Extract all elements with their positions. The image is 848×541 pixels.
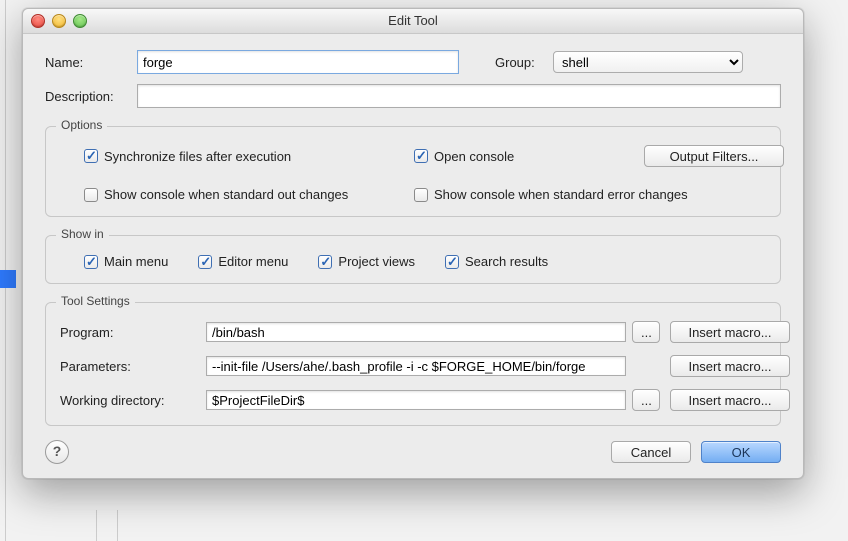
- main-menu-checkbox-input[interactable]: [84, 255, 98, 269]
- cancel-button[interactable]: Cancel: [611, 441, 691, 463]
- name-input[interactable]: [137, 50, 459, 74]
- project-views-checkbox-label: Project views: [338, 254, 415, 269]
- stderr-checkbox-input[interactable]: [414, 188, 428, 202]
- show-in-group: Show in Main menu Editor menu Project vi…: [45, 235, 781, 284]
- workdir-browse-button[interactable]: ...: [632, 389, 660, 411]
- sync-checkbox[interactable]: Synchronize files after execution: [84, 149, 414, 164]
- open-console-checkbox-input[interactable]: [414, 149, 428, 163]
- parameters-input[interactable]: [206, 356, 626, 376]
- workdir-input[interactable]: [206, 390, 626, 410]
- name-label: Name:: [45, 55, 129, 70]
- sync-checkbox-input[interactable]: [84, 149, 98, 163]
- search-results-checkbox-label: Search results: [465, 254, 548, 269]
- window-controls: [31, 14, 87, 28]
- project-views-checkbox[interactable]: Project views: [318, 254, 415, 269]
- stdout-checkbox[interactable]: Show console when standard out changes: [84, 187, 414, 202]
- tool-settings-group: Tool Settings Program: ... Insert macro.…: [45, 302, 781, 426]
- stdout-checkbox-input[interactable]: [84, 188, 98, 202]
- window-title: Edit Tool: [388, 13, 438, 28]
- close-icon[interactable]: [31, 14, 45, 28]
- search-results-checkbox[interactable]: Search results: [445, 254, 548, 269]
- search-results-checkbox-input[interactable]: [445, 255, 459, 269]
- workdir-label: Working directory:: [60, 393, 200, 408]
- options-legend: Options: [56, 118, 107, 132]
- program-browse-button[interactable]: ...: [632, 321, 660, 343]
- stderr-checkbox-label: Show console when standard error changes: [434, 187, 688, 202]
- group-label: Group:: [495, 55, 545, 70]
- ok-button[interactable]: OK: [701, 441, 781, 463]
- description-input[interactable]: [137, 84, 781, 108]
- zoom-icon[interactable]: [73, 14, 87, 28]
- editor-menu-checkbox-input[interactable]: [198, 255, 212, 269]
- main-menu-checkbox-label: Main menu: [104, 254, 168, 269]
- project-views-checkbox-input[interactable]: [318, 255, 332, 269]
- program-insert-macro-button[interactable]: Insert macro...: [670, 321, 790, 343]
- program-input[interactable]: [206, 322, 626, 342]
- stdout-checkbox-label: Show console when standard out changes: [104, 187, 348, 202]
- help-button[interactable]: ?: [45, 440, 69, 464]
- editor-menu-checkbox[interactable]: Editor menu: [198, 254, 288, 269]
- show-in-legend: Show in: [56, 227, 109, 241]
- program-label: Program:: [60, 325, 200, 340]
- open-console-checkbox-label: Open console: [434, 149, 514, 164]
- output-filters-button[interactable]: Output Filters...: [644, 145, 784, 167]
- tool-settings-legend: Tool Settings: [56, 294, 135, 308]
- editor-menu-checkbox-label: Editor menu: [218, 254, 288, 269]
- options-group: Options Synchronize files after executio…: [45, 126, 781, 217]
- minimize-icon[interactable]: [52, 14, 66, 28]
- workdir-insert-macro-button[interactable]: Insert macro...: [670, 389, 790, 411]
- main-menu-checkbox[interactable]: Main menu: [84, 254, 168, 269]
- description-label: Description:: [45, 89, 129, 104]
- stderr-checkbox[interactable]: Show console when standard error changes: [414, 187, 784, 202]
- parameters-label: Parameters:: [60, 359, 200, 374]
- group-select[interactable]: shell: [553, 51, 743, 73]
- edit-tool-dialog: Edit Tool Name: Group: shell Description…: [22, 8, 804, 479]
- open-console-checkbox[interactable]: Open console: [414, 149, 624, 164]
- titlebar[interactable]: Edit Tool: [23, 9, 803, 34]
- parameters-insert-macro-button[interactable]: Insert macro...: [670, 355, 790, 377]
- sync-checkbox-label: Synchronize files after execution: [104, 149, 291, 164]
